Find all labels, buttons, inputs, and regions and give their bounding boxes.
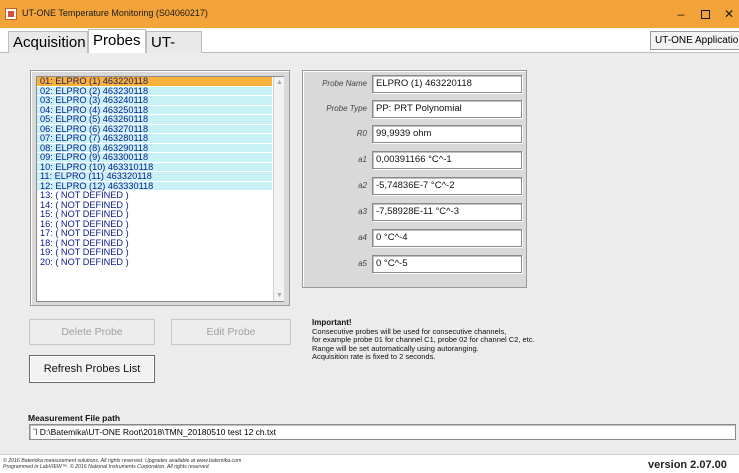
probe-details-panel: Probe Name ELPRO (1) 463220118 Probe Typ… xyxy=(302,70,527,288)
refresh-probes-list-button[interactable]: Refresh Probes List xyxy=(29,355,155,383)
measurement-file-path-value: D:\Batemika\UT-ONE Root\2018\TMN_2018051… xyxy=(39,427,276,437)
a2-label: a2 xyxy=(358,181,367,190)
important-notice: Important! Consecutive probes will be us… xyxy=(312,318,642,362)
tab-ut-one[interactable]: UT-ONE xyxy=(146,31,202,73)
probe-type-field[interactable]: PP: PRT Polynomial xyxy=(372,100,522,118)
scroll-up-icon[interactable]: ▲ xyxy=(275,78,284,87)
important-line: Acquisition rate is fixed to 2 seconds. xyxy=(312,352,436,361)
measurement-file-path-field[interactable]: ⅂ D:\Batemika\UT-ONE Root\2018\TMN_201805… xyxy=(29,424,736,440)
copyright-line: Programmed in LabVIEW™. © 2016 National … xyxy=(3,464,210,470)
a4-field[interactable]: 0 °C^-4 xyxy=(372,229,522,247)
a5-field[interactable]: 0 °C^-5 xyxy=(372,255,522,273)
probe-listbox[interactable]: 01: ELPRO (1) 463220118 02: ELPRO (2) 463… xyxy=(36,76,284,302)
measurement-file-path-label: Measurement File path xyxy=(28,413,121,423)
a3-label: a3 xyxy=(358,207,367,216)
r0-field[interactable]: 99,9939 ohm xyxy=(372,125,522,143)
a1-label: a1 xyxy=(358,155,367,164)
tab-acquisition[interactable]: Acquisition xyxy=(8,31,88,53)
scroll-down-icon[interactable]: ▼ xyxy=(275,291,284,300)
delete-probe-button[interactable]: Delete Probe xyxy=(29,319,155,345)
probe-list-rows: 01: ELPRO (1) 463220118 02: ELPRO (2) 463… xyxy=(37,77,272,301)
maximize-button[interactable] xyxy=(694,4,716,24)
a1-field[interactable]: 0,00391166 °C^-1 xyxy=(372,151,522,169)
tab-bar: Acquisition Probes UT-ONE xyxy=(0,28,739,73)
a5-label: a5 xyxy=(358,259,367,268)
probe-list-frame: 01: ELPRO (1) 463220118 02: ELPRO (2) 463… xyxy=(30,70,290,306)
probe-name-field[interactable]: ELPRO (1) 463220118 xyxy=(372,75,522,93)
title-bar: UT-ONE Temperature Monitoring (S04060217… xyxy=(0,0,739,28)
app-icon xyxy=(5,8,17,20)
probe-list-item[interactable]: 20: ( NOT DEFINED ) xyxy=(37,257,272,267)
probe-type-label: Probe Type xyxy=(326,104,367,113)
a2-field[interactable]: -5,74836E-7 °C^-2 xyxy=(372,177,522,195)
ut-one-application-button[interactable]: UT-ONE Application xyxy=(650,31,739,50)
probes-panel: 01: ELPRO (1) 463220118 02: ELPRO (2) 463… xyxy=(0,53,739,473)
a4-label: a4 xyxy=(358,233,367,242)
window-title: UT-ONE Temperature Monitoring (S04060217… xyxy=(22,8,208,18)
version-label: version 2.07.00 xyxy=(648,459,727,471)
minimize-button[interactable]: – xyxy=(670,4,692,24)
tab-probes[interactable]: Probes xyxy=(88,29,146,54)
copyright-text: © 2016 Batemika measurement solutions. A… xyxy=(3,458,241,470)
footer-bar: © 2016 Batemika measurement solutions. A… xyxy=(0,454,739,473)
probe-list-scrollbar[interactable]: ▲ ▼ xyxy=(273,77,284,301)
probe-name-label: Probe Name xyxy=(322,79,367,88)
path-browse-icon[interactable]: ⅂ xyxy=(33,425,38,439)
edit-probe-button[interactable]: Edit Probe xyxy=(171,319,291,345)
maximize-icon xyxy=(700,10,710,20)
close-button[interactable]: ✕ xyxy=(718,4,739,24)
r0-label: R0 xyxy=(356,129,367,138)
a3-field[interactable]: -7,58928E-11 °C^-3 xyxy=(372,203,522,221)
